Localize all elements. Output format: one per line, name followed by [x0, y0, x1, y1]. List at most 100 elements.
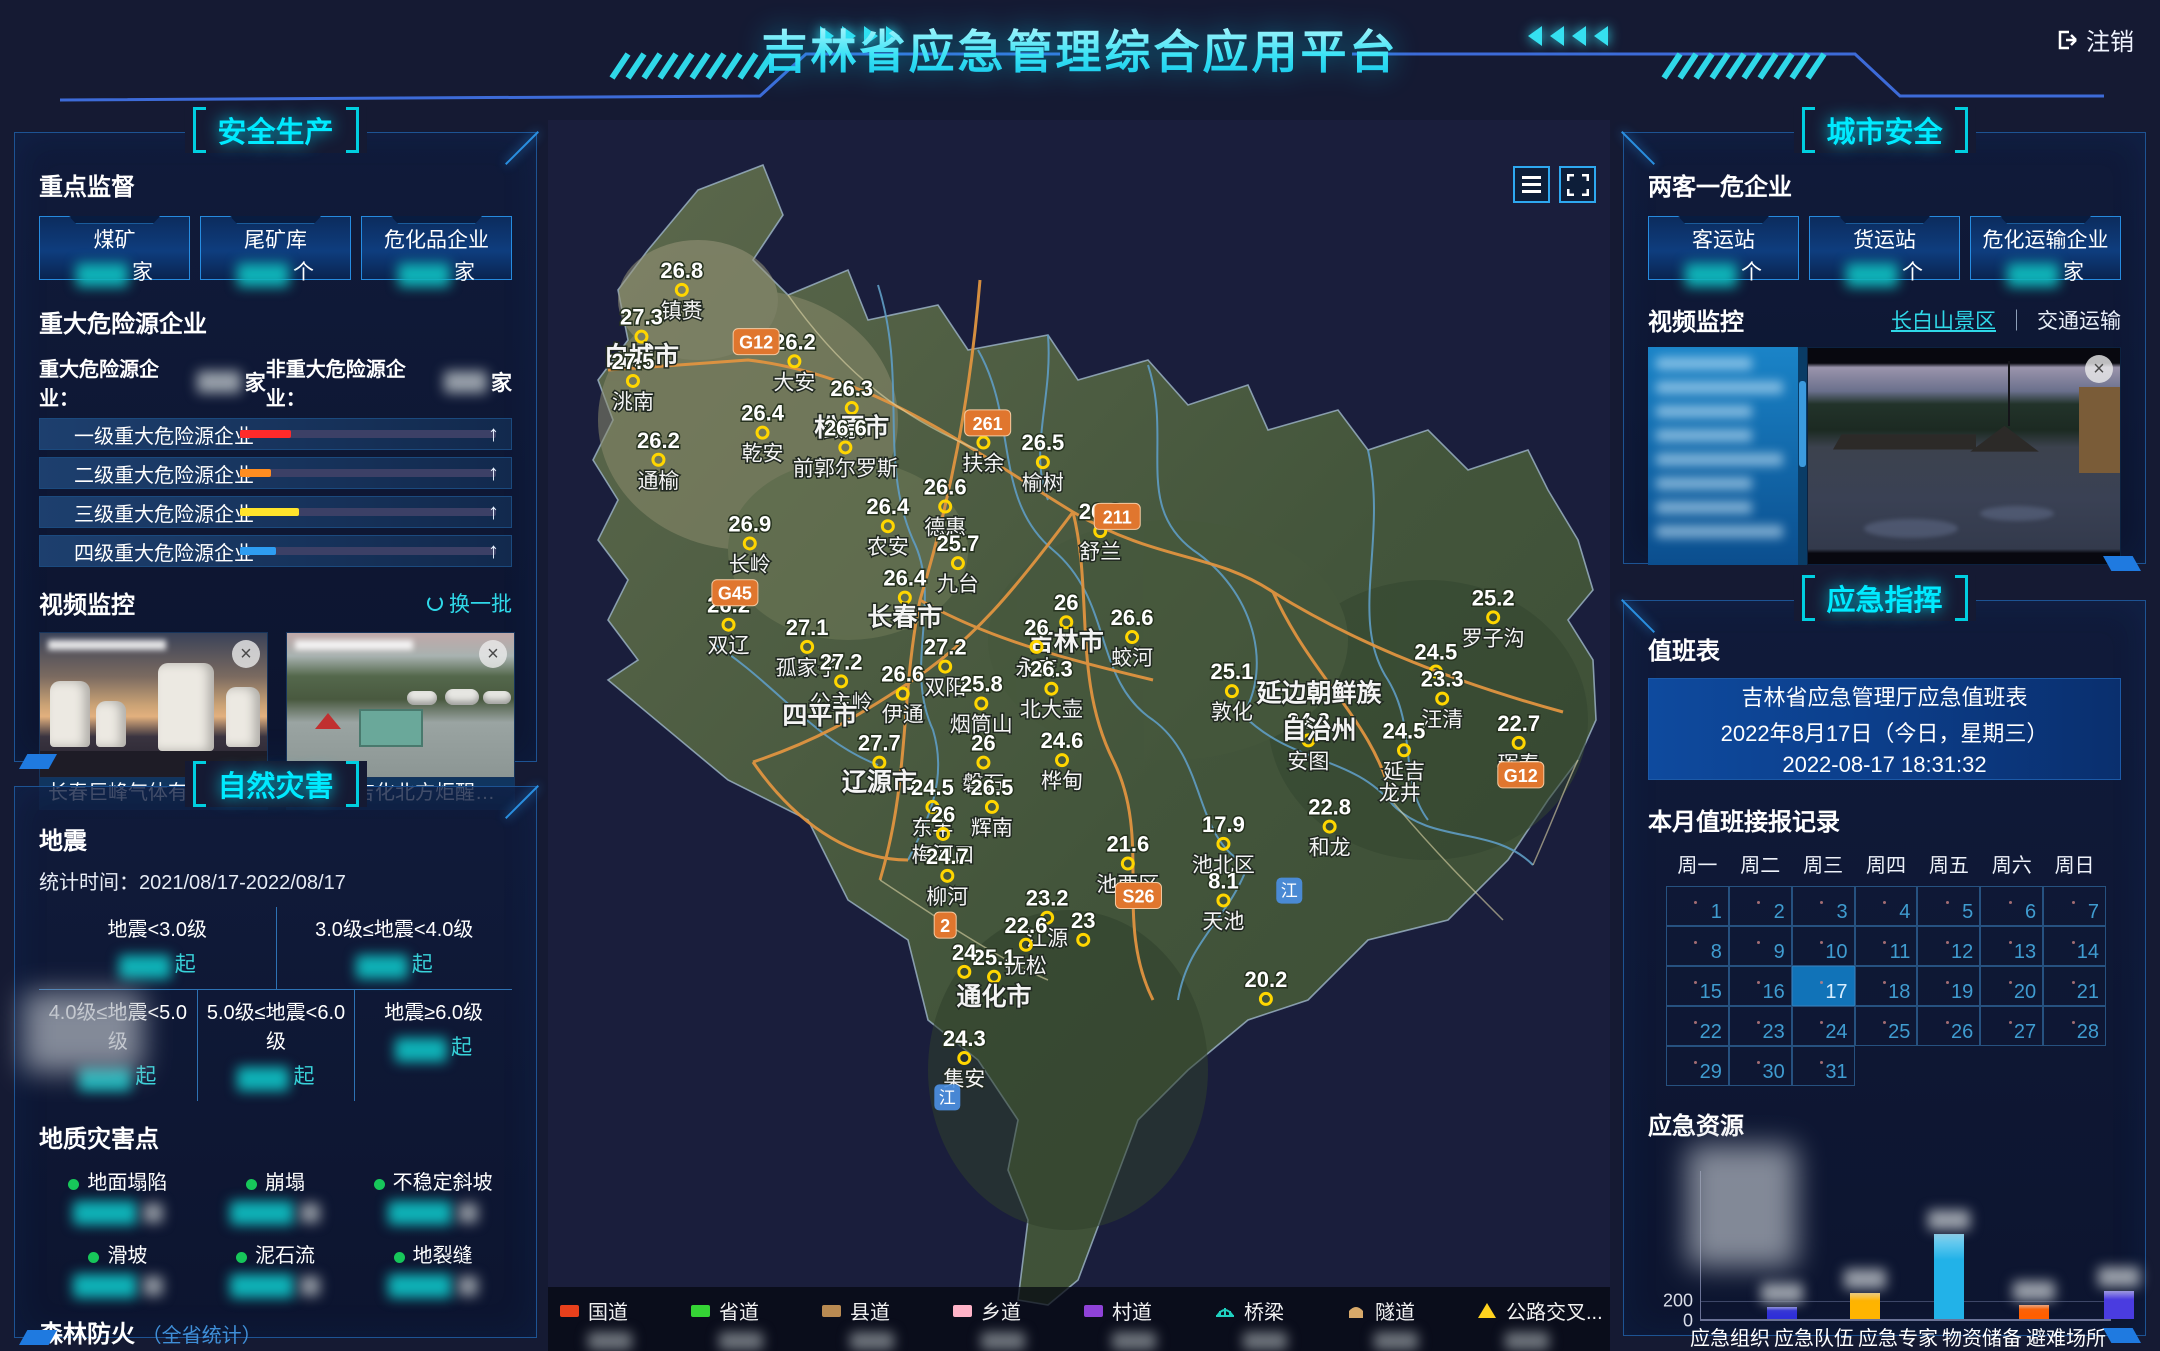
camera-list[interactable] [1648, 347, 1798, 565]
calendar-day-19[interactable]: 19 [1917, 966, 1980, 1006]
record-dot-icon [1946, 981, 1949, 984]
quake-count: 起 [198, 1060, 355, 1091]
bar-category-label: 应急专家 [1856, 1327, 1940, 1351]
day-number: 11 [1890, 941, 1911, 964]
legend-item-省道[interactable]: 省道 [691, 1296, 822, 1351]
live-video-player[interactable]: × [1807, 347, 2121, 565]
legend-item-乡道[interactable]: 乡道 [953, 1296, 1084, 1351]
close-icon[interactable]: × [2085, 355, 2113, 383]
calendar-day-29[interactable]: 29 [1666, 1046, 1729, 1086]
redacted-value [73, 1201, 137, 1225]
record-dot-icon [1757, 1021, 1760, 1024]
legend-item-县道[interactable]: 县道 [822, 1296, 953, 1351]
logout-button[interactable]: 注销 [2056, 22, 2134, 57]
place-label: 天池 [1202, 910, 1244, 933]
calendar-day-8[interactable]: 8 [1666, 926, 1729, 966]
hazard-level-row-4: 四级重大危险源企业↑ [39, 535, 512, 567]
temperature-label: 8.1 [1208, 868, 1239, 893]
calendar-day-21[interactable]: 21 [2043, 966, 2106, 1006]
map-fullscreen-button[interactable] [1559, 166, 1596, 203]
legend-item-村道[interactable]: 村道 [1084, 1296, 1215, 1351]
storage-tank-shape [158, 663, 214, 751]
transport-link[interactable]: 交通运输 [2037, 305, 2121, 335]
temperature-label: 26 [1024, 615, 1048, 640]
calendar-day-30[interactable]: 30 [1729, 1046, 1792, 1086]
quake-range-label: 4.0级≤地震<5.0级 [39, 996, 197, 1054]
legend-row: 桥梁 [1215, 1296, 1346, 1325]
camera-list-item-redacted[interactable] [1656, 525, 1783, 538]
calendar-day-7[interactable]: 7 [2043, 886, 2106, 926]
camera-list-item-redacted[interactable] [1656, 453, 1783, 466]
legend-item-桥梁[interactable]: 桥梁 [1215, 1296, 1346, 1351]
scrollbar-thumb[interactable] [1799, 381, 1806, 467]
calendar-day-3[interactable]: 3 [1792, 886, 1855, 926]
calendar-day-28[interactable]: 28 [2043, 1006, 2106, 1046]
calendar-day-24[interactable]: 24 [1792, 1006, 1855, 1046]
calendar-day-18[interactable]: 18 [1855, 966, 1918, 1006]
legend-item-国道[interactable]: 国道 [560, 1296, 691, 1351]
redacted-value [398, 263, 450, 287]
calendar-empty-cell [1855, 1046, 1918, 1086]
camera-list-item-redacted[interactable] [1656, 429, 1752, 442]
close-icon[interactable]: × [232, 640, 260, 668]
calendar-day-14[interactable]: 14 [2043, 926, 2106, 966]
calendar-day-9[interactable]: 9 [1729, 926, 1792, 966]
calendar-day-15[interactable]: 15 [1666, 966, 1729, 1006]
camera-list-item-redacted[interactable] [1656, 477, 1752, 490]
supervision-card-label: 危化品企业 [362, 224, 511, 254]
camera-list-scrollbar[interactable] [1798, 347, 1807, 565]
temperature-label: 24.3 [943, 1026, 986, 1051]
legend-label: 乡道 [981, 1296, 1021, 1325]
close-icon[interactable]: × [479, 640, 507, 668]
record-dot-icon [1883, 981, 1886, 984]
calendar-day-27[interactable]: 27 [1980, 1006, 2043, 1046]
calendar-day-23[interactable]: 23 [1729, 1006, 1792, 1046]
quake-count: 起 [277, 948, 513, 979]
quake-cell-1: 3.0级≤地震<4.0级起 [276, 907, 513, 989]
calendar-day-26[interactable]: 26 [1917, 1006, 1980, 1046]
record-dot-icon [2009, 901, 2012, 904]
geo-hazard-count [197, 1274, 355, 1298]
geo-hazard-label: 地裂缝 [413, 1245, 473, 1267]
calendar-day-12[interactable]: 12 [1917, 926, 1980, 966]
temperature-label: 26 [971, 731, 995, 756]
calendar-day-2[interactable]: 2 [1729, 886, 1792, 926]
day-number: 31 [1825, 1061, 1847, 1084]
dashboard: 吉林省应急管理综合应用平台 注销 [0, 0, 2160, 1351]
redacted-value [237, 263, 289, 287]
calendar-day-4[interactable]: 4 [1855, 886, 1918, 926]
calendar-day-13[interactable]: 13 [1980, 926, 2043, 966]
value-unit: 个 [1741, 261, 1762, 284]
place-label: 敦化 [1211, 701, 1253, 724]
calendar-day-22[interactable]: 22 [1666, 1006, 1729, 1046]
legend-item-公路交叉...[interactable]: 公路交叉... [1477, 1296, 1608, 1351]
hazard-level-label: 三级重大危险源企业 [74, 498, 254, 527]
calendar-day-16[interactable]: 16 [1729, 966, 1792, 1006]
camera-list-item-redacted[interactable] [1656, 381, 1783, 394]
calendar-day-17[interactable]: 17 [1792, 966, 1855, 1006]
geo-hazard-item-3: 滑坡 [39, 1239, 197, 1298]
duty-roster-card[interactable]: 吉林省应急管理厅应急值班表 2022年8月17日（今日，星期三） 2022-08… [1648, 678, 2121, 780]
map-layers-button[interactable] [1513, 166, 1550, 203]
panel-title-safety: 安全生产 [184, 107, 366, 153]
calendar-day-6[interactable]: 6 [1980, 886, 2043, 926]
changbaishan-link[interactable]: 长白山景区 [1891, 305, 1996, 335]
camera-list-item-redacted[interactable] [1656, 501, 1752, 514]
day-number: 12 [1951, 941, 1973, 964]
legend-item-隧道[interactable]: 隧道 [1346, 1296, 1477, 1351]
refresh-videos-link[interactable]: 换一批 [427, 588, 512, 618]
calendar-day-5[interactable]: 5 [1917, 886, 1980, 926]
calendar-day-25[interactable]: 25 [1855, 1006, 1918, 1046]
bar-category-label: 应急组织机构 [1688, 1327, 1772, 1351]
hazard-level-row-3: 三级重大危险源企业↑ [39, 496, 512, 528]
camera-list-item-redacted[interactable] [1656, 405, 1752, 418]
calendar-day-10[interactable]: 10 [1792, 926, 1855, 966]
calendar-day-1[interactable]: 1 [1666, 886, 1729, 926]
duty-roster-heading: 值班表 [1648, 631, 2121, 666]
calendar-day-31[interactable]: 31 [1792, 1046, 1855, 1086]
camera-list-item-redacted[interactable] [1656, 357, 1752, 370]
calendar-day-11[interactable]: 11 [1855, 926, 1918, 966]
record-dot-icon [1946, 901, 1949, 904]
map-container[interactable]: 26.8镇赉27.3白城市27.5洮南26.2大安26.3松原市26.6前郭尔罗… [548, 120, 1610, 1351]
calendar-day-20[interactable]: 20 [1980, 966, 2043, 1006]
